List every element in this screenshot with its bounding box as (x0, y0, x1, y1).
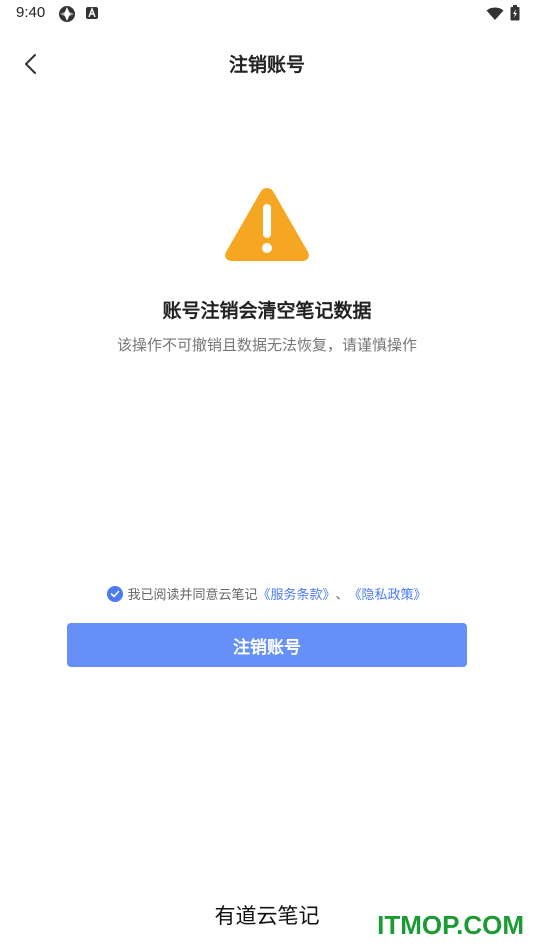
aperture-icon (58, 5, 76, 27)
check-icon (111, 590, 120, 597)
terms-link[interactable]: 《服务条款》 (257, 584, 335, 603)
warning-heading: 账号注销会清空笔记数据 (162, 300, 372, 322)
status-bar: 9:40 (0, 0, 534, 28)
header: 注销账号 (0, 40, 534, 86)
agreement-row: 我已阅读并同意云笔记 《服务条款》 、 《隐私政策》 (0, 584, 534, 603)
wifi-icon (486, 6, 504, 25)
battery-icon (510, 5, 520, 25)
agreement-text: 我已阅读并同意云笔记 (127, 588, 258, 603)
app-notification-icon (85, 5, 99, 24)
status-right-group (486, 5, 520, 25)
agreement-separator: 、 (335, 588, 349, 603)
status-time: 9:40 (16, 4, 46, 21)
watermark-logo: ITMOP.COM (377, 910, 524, 940)
privacy-link[interactable]: 《隐私政策》 (349, 584, 427, 603)
agreement-checkbox[interactable] (107, 585, 124, 602)
page-title: 注销账号 (228, 54, 305, 76)
warning-icon (222, 184, 312, 264)
warning-subtext: 该操作不可撤销且数据无法恢复，请谨慎操作 (116, 336, 417, 354)
cancel-account-button[interactable]: 注销账号 (67, 623, 467, 667)
